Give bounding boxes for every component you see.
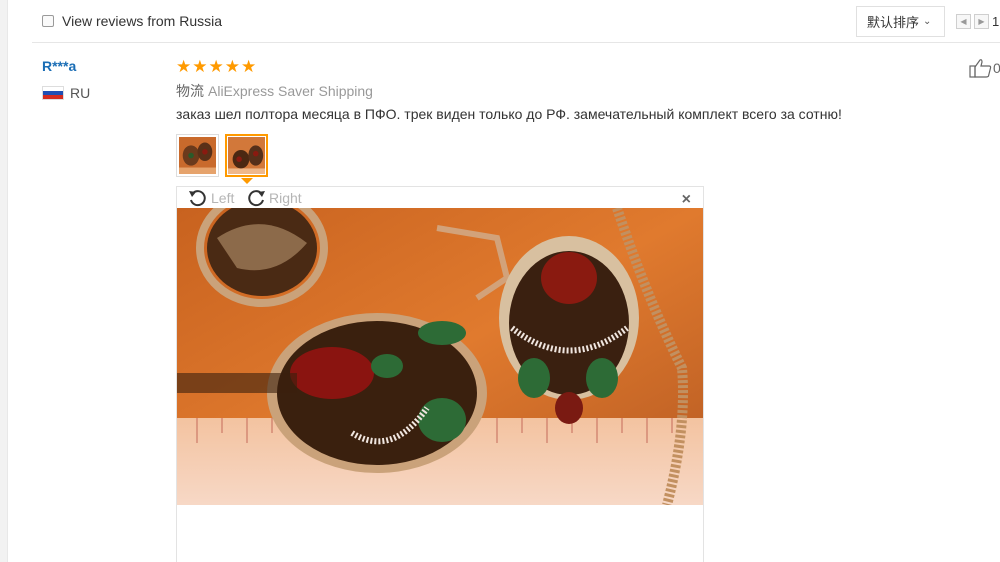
rotate-right-label: Right xyxy=(269,190,302,206)
review-thumbnail[interactable] xyxy=(176,134,219,177)
rotate-left-button[interactable]: Left xyxy=(187,188,234,208)
rotate-right-icon xyxy=(248,190,265,207)
helpful-count: 0 xyxy=(993,60,1000,76)
next-page-button[interactable]: ▶ xyxy=(974,14,989,29)
star-rating: ★ ★ ★ ★ ★ xyxy=(176,57,257,76)
review-thumbnails xyxy=(176,134,274,177)
image-viewer: Left Right × xyxy=(176,186,704,562)
reviewer-name: R***a xyxy=(42,58,77,74)
shipping-method: AliExpress Saver Shipping xyxy=(208,83,373,99)
star-icon: ★ xyxy=(208,57,224,76)
sort-dropdown-label: 默认排序 xyxy=(867,15,920,30)
review-thumbnail-active[interactable] xyxy=(225,134,268,177)
left-gutter xyxy=(0,0,8,562)
triangle-right-icon: ▶ xyxy=(978,17,985,26)
review-text: заказ шел полтора месяца в ПФО. трек вид… xyxy=(176,106,842,122)
star-icon: ★ xyxy=(192,57,208,76)
country-filter[interactable]: View reviews from Russia xyxy=(42,13,222,29)
sort-dropdown[interactable]: 默认排序 ⌄ xyxy=(856,6,945,37)
review-photo xyxy=(177,208,703,505)
star-icon: ★ xyxy=(241,57,257,76)
shipping-info: 物流 AliExpress Saver Shipping xyxy=(176,81,373,101)
active-thumbnail-pointer xyxy=(241,178,253,184)
country-filter-checkbox[interactable] xyxy=(42,15,54,27)
jewelry-earrings-photo xyxy=(177,208,703,505)
page-number: 1 xyxy=(992,14,1000,29)
reviews-toolbar: View reviews from Russia 默认排序 ⌄ ◀ ▶ 1 xyxy=(32,0,1000,43)
triangle-left-icon: ◀ xyxy=(960,17,967,26)
close-viewer-button[interactable]: × xyxy=(682,191,691,209)
chevron-down-icon: ⌄ xyxy=(923,16,932,27)
prev-page-button[interactable]: ◀ xyxy=(956,14,971,29)
reviewer-country: RU xyxy=(42,85,90,101)
rotate-left-icon xyxy=(189,190,206,207)
jewelry-photo-thumbnail xyxy=(228,137,265,174)
shipping-label: 物流 xyxy=(176,83,204,99)
country-code: RU xyxy=(70,85,91,101)
rotate-right-button[interactable]: Right xyxy=(245,188,302,208)
jewelry-photo-thumbnail xyxy=(179,137,216,174)
country-filter-label: View reviews from Russia xyxy=(62,13,223,29)
russia-flag-icon xyxy=(42,86,64,100)
star-icon: ★ xyxy=(176,57,192,76)
star-icon: ★ xyxy=(224,57,240,76)
thumbs-up-icon xyxy=(969,59,992,78)
helpful-button[interactable]: 0 xyxy=(969,58,1000,78)
rotate-left-label: Left xyxy=(211,190,235,206)
